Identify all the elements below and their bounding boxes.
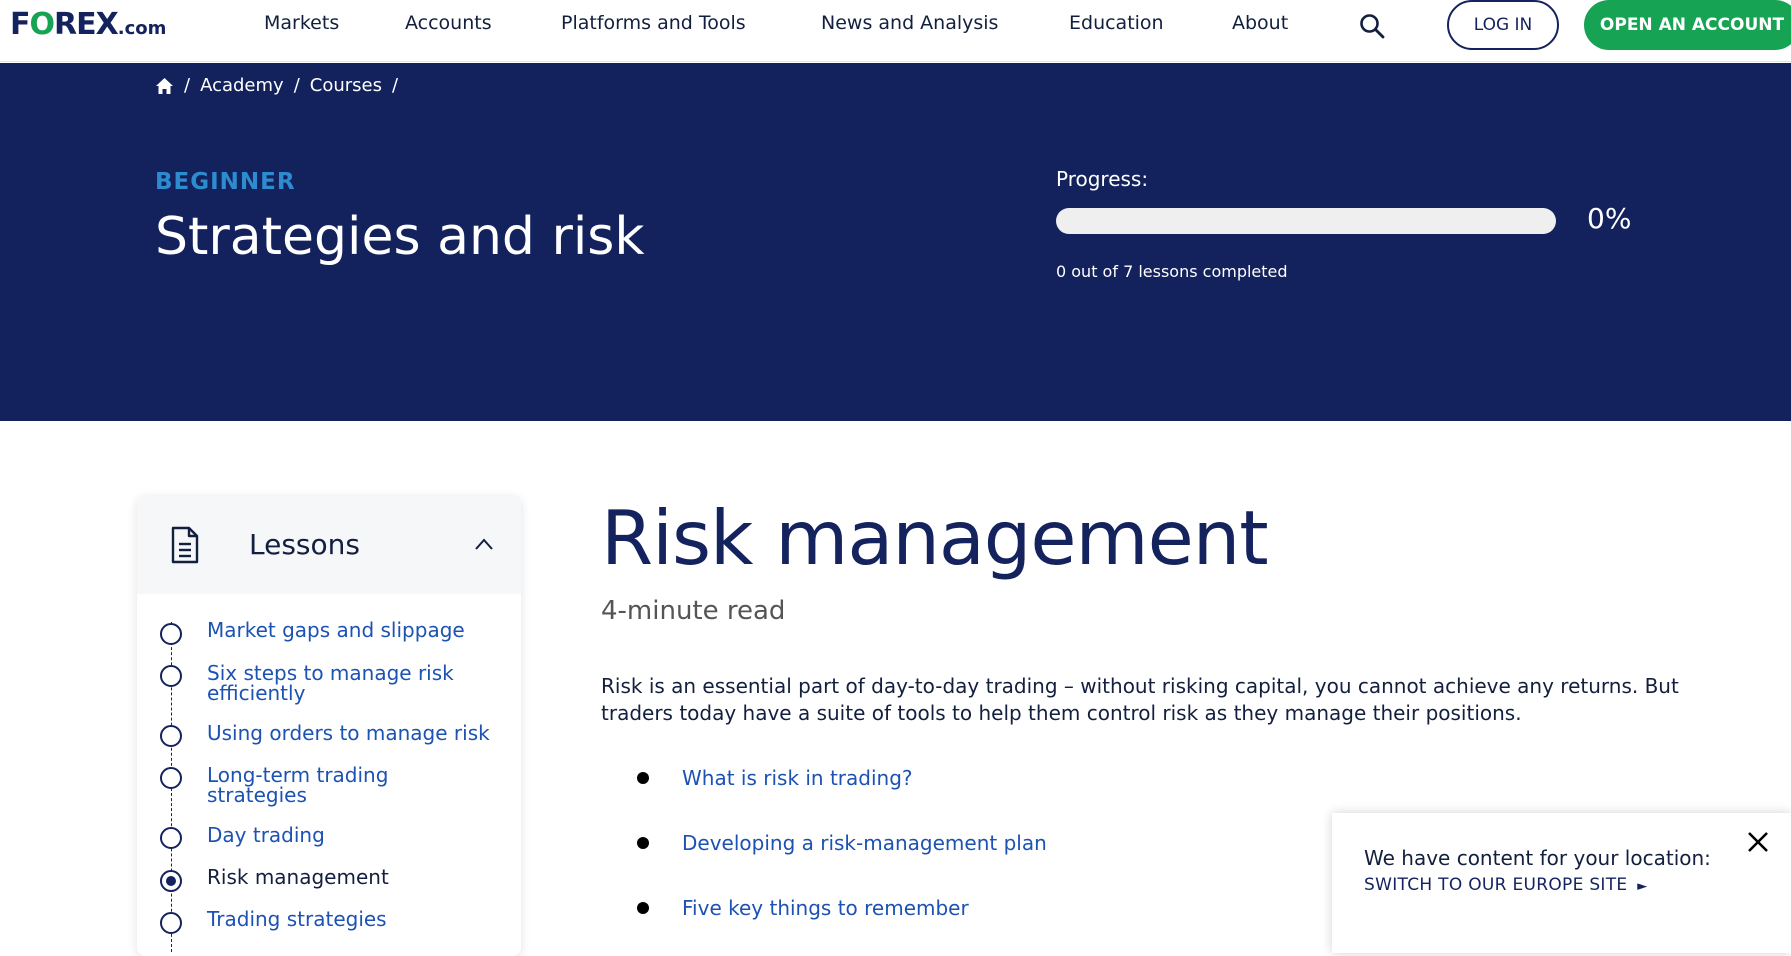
logo-letters: REX: [54, 7, 119, 42]
document-icon: [170, 526, 200, 564]
logo-suffix: .com: [117, 18, 167, 39]
bullet-icon: [637, 837, 649, 849]
home-icon[interactable]: [155, 77, 174, 95]
open-account-button[interactable]: OPEN AN ACCOUNT: [1584, 0, 1791, 50]
article-intro: Risk is an essential part of day-to-day …: [601, 673, 1711, 727]
nav-platforms-and-tools[interactable]: Platforms and Tools: [561, 12, 746, 34]
lessons-completed-text: 0 out of 7 lessons completed: [1056, 262, 1288, 281]
lesson-status-dot: [160, 725, 182, 747]
intro-line: traders today have a suite of tools to h…: [601, 701, 1522, 725]
lessons-panel: Lessons Market gaps and slippage Six ste…: [137, 496, 521, 956]
toc-link[interactable]: Developing a risk-management plan: [682, 831, 1047, 855]
toc-item[interactable]: Five key things to remember: [637, 896, 969, 920]
intro-line: Risk is an essential part of day-to-day …: [601, 674, 1679, 698]
lesson-status-dot: [160, 767, 182, 789]
login-button[interactable]: LOG IN: [1447, 0, 1559, 50]
lesson-item-six-steps[interactable]: Six steps to manage risk efficiently: [207, 663, 507, 703]
lesson-status-dot: [160, 623, 182, 645]
lesson-label: Long-term trading: [207, 763, 389, 787]
breadcrumb-academy[interactable]: Academy: [200, 75, 284, 96]
nav-about[interactable]: About: [1232, 12, 1288, 34]
play-arrow-icon: ►: [1637, 879, 1648, 894]
lesson-item-risk-management[interactable]: Risk management: [207, 867, 507, 887]
progress-bar: [1056, 208, 1556, 234]
lesson-item-day-trading[interactable]: Day trading: [207, 825, 507, 845]
lesson-label: Market gaps and slippage: [207, 618, 465, 642]
breadcrumb-separator: /: [184, 75, 191, 96]
progress-label: Progress:: [1056, 167, 1149, 191]
lessons-panel-header[interactable]: Lessons: [137, 496, 521, 594]
lessons-title: Lessons: [249, 528, 360, 561]
logo-letter-o: O: [29, 7, 55, 42]
nav-education[interactable]: Education: [1069, 12, 1164, 34]
location-popup: We have content for your location: SWITC…: [1332, 813, 1791, 953]
toc-item[interactable]: Developing a risk-management plan: [637, 831, 1047, 855]
breadcrumb-courses[interactable]: Courses: [310, 75, 382, 96]
breadcrumb: / Academy / Courses /: [155, 75, 408, 96]
course-level: BEGINNER: [155, 169, 296, 195]
progress-percent: 0%: [1587, 202, 1632, 235]
toc-link[interactable]: Five key things to remember: [682, 896, 969, 920]
course-hero: / Academy / Courses / BEGINNER Strategie…: [0, 63, 1791, 421]
bullet-icon: [637, 902, 649, 914]
lesson-label-continued: efficiently: [207, 681, 306, 705]
lesson-item-market-gaps[interactable]: Market gaps and slippage: [207, 620, 507, 640]
bullet-icon: [637, 772, 649, 784]
nav-markets[interactable]: Markets: [264, 12, 339, 34]
lesson-item-trading-strategies[interactable]: Trading strategies: [207, 909, 507, 929]
lesson-label: Six steps to manage risk: [207, 661, 454, 685]
site-header: FOREX.com Markets Accounts Platforms and…: [0, 0, 1791, 62]
read-time: 4-minute read: [601, 596, 786, 626]
course-title: Strategies and risk: [155, 207, 645, 267]
breadcrumb-separator: /: [392, 75, 399, 96]
toc-link[interactable]: What is risk in trading?: [682, 766, 913, 790]
switch-site-link[interactable]: SWITCH TO OUR EUROPE SITE ►: [1364, 875, 1648, 895]
nav-accounts[interactable]: Accounts: [405, 12, 492, 34]
search-icon[interactable]: [1358, 12, 1386, 40]
location-message: We have content for your location:: [1364, 846, 1711, 870]
lesson-status-dot: [160, 827, 182, 849]
lesson-status-dot: [160, 665, 182, 687]
breadcrumb-separator: /: [293, 75, 300, 96]
toc-item[interactable]: What is risk in trading?: [637, 766, 913, 790]
forex-logo[interactable]: FOREX.com: [10, 7, 166, 42]
lesson-label: Day trading: [207, 823, 325, 847]
logo-letter: F: [10, 7, 30, 42]
lesson-label: Risk management: [207, 865, 389, 889]
switch-site-label: SWITCH TO OUR EUROPE SITE: [1364, 875, 1628, 895]
nav-news-and-analysis[interactable]: News and Analysis: [821, 12, 998, 34]
lesson-current-dot: [160, 870, 182, 892]
lesson-item-long-term[interactable]: Long-term trading strategies: [207, 765, 507, 805]
close-icon[interactable]: [1746, 830, 1770, 854]
chevron-up-icon[interactable]: [474, 536, 494, 550]
lesson-label: Trading strategies: [207, 907, 387, 931]
lesson-item-using-orders[interactable]: Using orders to manage risk: [207, 723, 507, 743]
article-title: Risk management: [601, 494, 1269, 582]
lesson-label-continued: strategies: [207, 783, 307, 807]
lesson-label: Using orders to manage risk: [207, 721, 490, 745]
lesson-status-dot: [160, 912, 182, 934]
